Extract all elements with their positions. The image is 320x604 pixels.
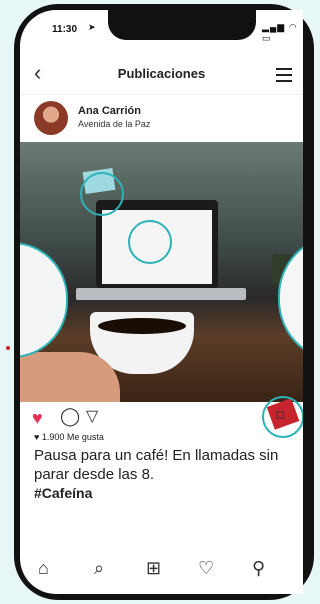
app-screen: 11:30 ➤ ▂▄▆ ◠ ▭ ‹ Publicaciones Ana Carr… (20, 10, 303, 594)
like-heart-icon[interactable]: ♥ (32, 408, 43, 429)
profile-icon[interactable]: ⚲ (252, 558, 265, 579)
zoom-bubble-left (20, 242, 68, 358)
page-title: Publicaciones (117, 66, 206, 81)
laptop-base (76, 288, 246, 300)
tab-bar: ⌂ ⌕ ⊞ ♡ ⚲ (20, 550, 303, 594)
top-nav: ‹ Publicaciones (20, 54, 303, 94)
menu-icon[interactable] (276, 68, 292, 86)
share-icon[interactable]: ▽ (86, 406, 98, 426)
bookmark-icon[interactable]: ⌑ (276, 406, 284, 426)
location-icon: ➤ (88, 22, 96, 32)
notch (108, 10, 256, 40)
heart-icon[interactable]: ♡ (198, 558, 214, 579)
post-username[interactable]: Ana Carrión (78, 105, 141, 117)
post-actions: ♥ ◯ ▽ ⌑ (20, 406, 303, 430)
search-icon[interactable]: ⌕ (94, 558, 104, 579)
likes-text: 1.900 Me gusta (41, 432, 104, 442)
highlight-circle (128, 220, 172, 264)
comment-icon[interactable]: ◯ (60, 406, 80, 427)
add-icon[interactable]: ⊞ (146, 558, 161, 579)
highlight-circle (80, 172, 124, 216)
post-caption: Pausa para un café! En llamadas sin para… (34, 447, 279, 483)
status-icons: ▂▄▆ ◠ ▭ (262, 22, 298, 43)
decorative-dot (6, 346, 10, 350)
avatar[interactable] (34, 101, 68, 135)
likes-count: ♥ 1.900 Me gusta (34, 432, 104, 442)
home-icon[interactable]: ⌂ (38, 558, 49, 579)
post-location[interactable]: Avenida de la Paz (78, 119, 150, 129)
post-header: Ana Carrión Avenida de la Paz (20, 94, 303, 141)
post-hashtag[interactable]: #Cafeína (34, 485, 92, 501)
post-photo[interactable] (20, 142, 303, 438)
coffee-surface (98, 318, 186, 334)
status-time: 11:30 (52, 24, 78, 35)
